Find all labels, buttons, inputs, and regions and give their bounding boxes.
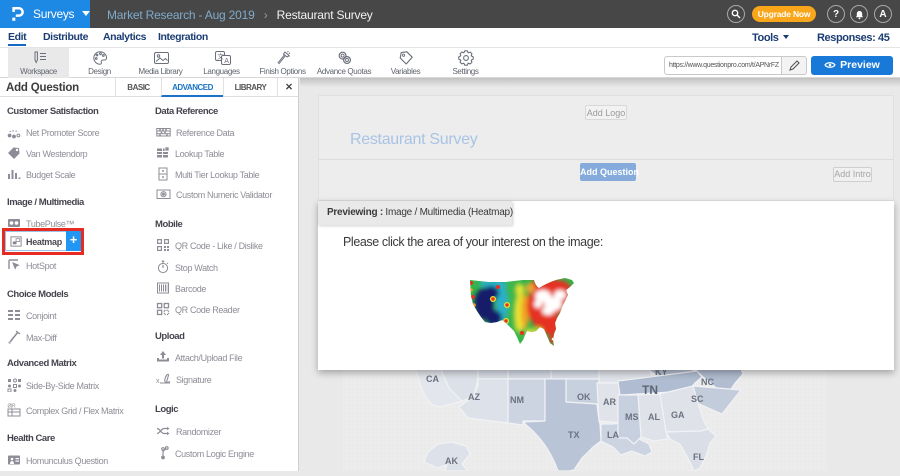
svg-text:GA: GA	[671, 410, 685, 420]
svg-text:AZ: AZ	[468, 392, 480, 402]
svg-text:A: A	[224, 58, 229, 65]
svg-text:OK: OK	[577, 392, 591, 402]
svg-text:TX: TX	[568, 430, 580, 440]
svg-text:SC: SC	[691, 394, 704, 404]
svg-text:TN: TN	[642, 383, 658, 397]
svg-text:x: x	[156, 378, 160, 385]
svg-text:CA: CA	[426, 374, 439, 384]
svg-text:MS: MS	[625, 412, 639, 422]
svg-text:AR: AR	[603, 397, 616, 407]
svg-text:文: 文	[217, 52, 224, 61]
svg-text:NM: NM	[510, 395, 524, 405]
svg-text:AK: AK	[445, 456, 458, 466]
svg-text:FL: FL	[693, 452, 704, 462]
svg-text:NC: NC	[701, 377, 714, 387]
svg-text:LA: LA	[607, 430, 619, 440]
svg-text:AL: AL	[648, 412, 660, 422]
